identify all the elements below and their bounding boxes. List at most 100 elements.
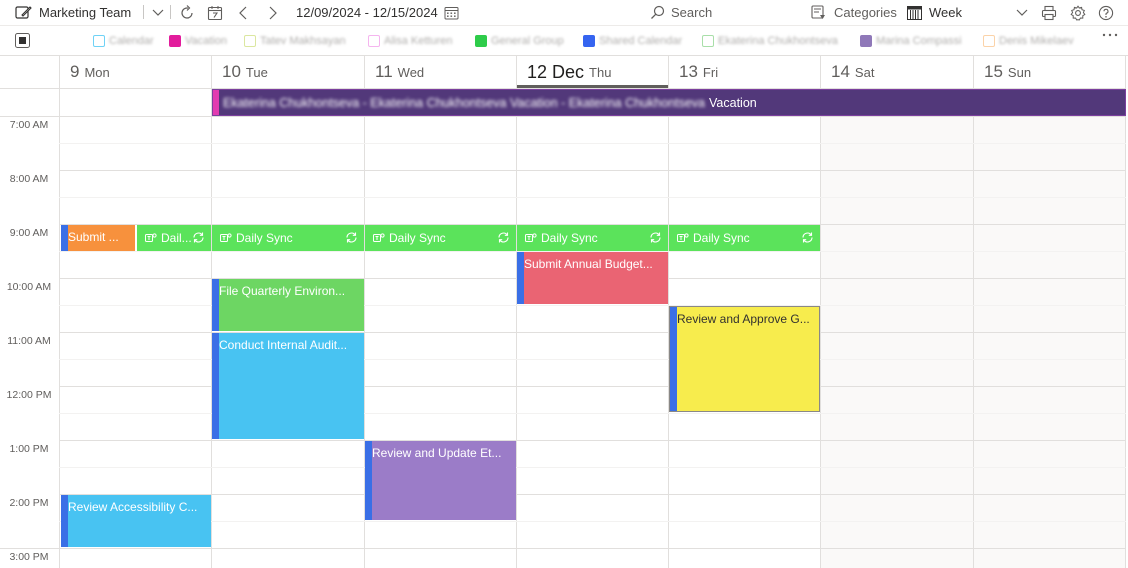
event-daily-sync-mon[interactable]: Dail... [137,225,211,251]
day-header-sat[interactable]: 14 Sat [821,56,973,88]
event-submit-annual-budget[interactable]: Submit Annual Budget... [517,252,668,304]
legend-swatch [702,35,714,47]
legend-swatch [983,35,995,47]
toolbar-divider [143,5,144,19]
day-header-fri[interactable]: 13 Fri [669,56,820,88]
grid-line [59,56,60,568]
grid-line [59,440,1126,441]
search-box[interactable]: Search [650,0,712,25]
teams-meeting-icon [220,232,232,244]
teams-meeting-icon [373,232,385,244]
day-header-wed[interactable]: 11 Wed [365,56,516,88]
view-label: Week [929,5,962,20]
help-icon[interactable] [1098,0,1114,25]
today-indicator [517,85,668,88]
grid-line [516,56,517,568]
go-to-today-icon[interactable] [207,0,223,25]
event-accent [212,279,219,331]
event-review-and-update[interactable]: Review and Update Et... [365,441,516,520]
more-options-icon[interactable] [1102,32,1118,38]
legend-swatch [244,35,256,47]
event-title-blurred: Ekaterina Chukhontseva - Ekaterina Chukh… [223,95,705,110]
refresh-icon[interactable] [179,0,195,25]
date-range[interactable]: 12/09/2024 - 12/15/2024 [296,0,459,25]
grid-line [59,197,1126,198]
categories-button[interactable]: Categories [811,0,897,25]
settings-gear-icon[interactable] [1070,0,1086,25]
legend-swatch [475,35,487,47]
legend-item-person[interactable]: Alisa Ketturen [368,34,452,48]
edit-calendar-icon [15,5,32,20]
print-icon[interactable] [1041,0,1057,25]
all-day-vacation-event[interactable]: Ekaterina Chukhontseva - Ekaterina Chukh… [212,89,1126,116]
legend-item-person[interactable]: Denis Mikelaev [983,34,1074,48]
legend-item-vacation[interactable]: Vacation [169,34,227,48]
chevron-right-icon[interactable] [268,0,278,25]
grid-line [59,467,1126,468]
legend-item-general-group[interactable]: General Group [475,34,564,48]
event-accent [517,252,524,304]
calendar-selector[interactable]: Marketing Team [15,0,131,25]
event-accent [61,495,68,547]
search-placeholder: Search [671,5,713,20]
legend-item-calendar[interactable]: Calendar [93,34,154,48]
legend-item-person[interactable]: Marina Compassi [860,34,962,48]
legend-item-person[interactable]: Ekaterina Chukhontseva [702,34,838,48]
view-selector[interactable]: Week [907,0,962,25]
event-daily-sync-fri[interactable]: Daily Sync [669,225,820,251]
chevron-down-icon[interactable] [1016,0,1028,25]
event-review-and-approve[interactable]: Review and Approve G... [669,306,820,412]
event-file-quarterly[interactable]: File Quarterly Environ... [212,279,364,331]
toolbar-divider [170,5,171,19]
calendar-legend-row: Calendar Vacation Tatev Makhsayan Alisa … [0,25,1128,55]
time-label: 12:00 PM [6,389,52,401]
time-label: 3:00 PM [9,551,49,563]
legend-swatch [368,35,380,47]
categories-label: Categories [834,5,897,20]
grid-line [59,494,1126,495]
event-daily-sync-tue[interactable]: Daily Sync [212,225,364,251]
recurring-icon [497,231,510,244]
legend-item-shared-calendar[interactable]: Shared Calendar [583,34,682,48]
time-label: 1:00 PM [9,443,49,455]
event-daily-sync-thu[interactable]: Daily Sync [517,225,668,251]
calendar-name: Marketing Team [39,5,132,20]
day-header-tue[interactable]: 10 Tue [212,56,364,88]
teams-meeting-icon [677,232,689,244]
event-submit-mon[interactable]: Submit ... [61,225,135,251]
toolbar: Marketing Team 12/09/2024 - 12/15/2024 S… [0,0,1128,25]
event-accent [212,333,219,439]
event-conduct-internal-audit[interactable]: Conduct Internal Audit... [212,333,364,439]
recurring-icon [801,231,814,244]
time-label: 7:00 AM [9,119,49,131]
calendar-picker-icon[interactable] [444,6,459,20]
select-all-checkbox-icon[interactable] [15,33,30,48]
legend-swatch [169,35,181,47]
recurring-icon [345,231,358,244]
recurring-icon [192,231,205,244]
time-label: 2:00 PM [9,497,49,509]
event-accent [670,307,677,411]
chevron-down-icon[interactable] [152,0,164,25]
legend-swatch [860,35,872,47]
chevron-left-icon[interactable] [238,0,248,25]
day-header-thu-today[interactable]: 12 Dec Thu [517,56,668,88]
event-accent [365,441,372,520]
legend-swatch [583,35,595,47]
grid-line [0,116,1126,117]
event-review-accessibility[interactable]: Review Accessibility C... [61,495,211,547]
categories-icon [811,5,827,20]
search-icon [650,5,665,20]
teams-meeting-icon [525,232,537,244]
week-view-icon [907,5,922,20]
grid-line [59,170,1126,171]
grid-line [59,521,1126,522]
recurring-icon [649,231,662,244]
legend-item-person[interactable]: Tatev Makhsayan [244,34,346,48]
grid-line [973,56,974,568]
time-label: 11:00 AM [7,335,51,347]
teams-meeting-icon [145,232,157,244]
day-header-mon[interactable]: 9 Mon [60,56,211,88]
event-daily-sync-wed[interactable]: Daily Sync [365,225,516,251]
day-header-sun[interactable]: 15 Sun [974,56,1125,88]
